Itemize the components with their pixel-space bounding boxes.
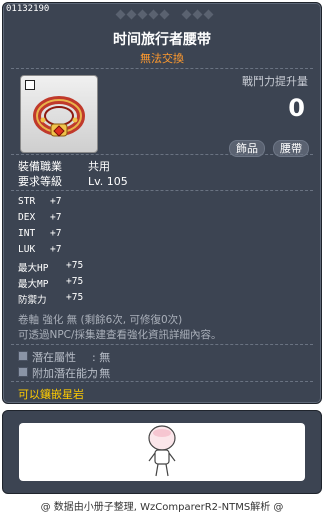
- divider: [11, 154, 313, 156]
- star-icon: [137, 9, 148, 20]
- item-name: 时间旅行者腰带: [113, 32, 211, 48]
- stat-value: +7: [50, 196, 62, 207]
- enhance-hint: 可透過NPC/採集建查看強化資訊詳細內容。: [18, 329, 222, 341]
- potential-value: : 無: [92, 351, 111, 364]
- stat-name: STR: [18, 196, 36, 207]
- item-tooltip: 01132190 时间旅行者腰带 無法交換 戰鬥力提升量 0 飾品 腰帶 裝備職…: [2, 2, 322, 404]
- stat-value: +75: [66, 276, 84, 287]
- star-icon: [126, 9, 137, 20]
- scroll-upgrade-info: 卷軸 強化 無 (剩餘6次, 可修復0次): [18, 314, 183, 326]
- level-row: 要求等級 Lv. 105: [18, 173, 128, 189]
- star-icon: [192, 9, 203, 20]
- stat-value: +75: [66, 292, 84, 303]
- stat-name: 防禦力: [18, 295, 47, 306]
- potential-row: 潛在屬性 : 無: [18, 349, 110, 365]
- stat-row: 最大MP +75: [18, 276, 83, 290]
- combat-power-label: 戰鬥力提升量: [242, 75, 308, 88]
- potential-label: 附加潛在能力: [32, 367, 98, 380]
- star-icon: [148, 9, 159, 20]
- potential-label: 潛在屬性: [32, 351, 76, 364]
- stat-row: DEX +7: [18, 212, 61, 223]
- potential-bullet-icon: [18, 351, 28, 361]
- stat-name: LUK: [18, 244, 36, 255]
- job-row: 裝備職業 共用: [18, 158, 110, 174]
- character-preview-area: [19, 423, 305, 481]
- potential-row: 附加潛在能力: 無: [18, 365, 110, 381]
- stat-name: 最大MP: [18, 279, 49, 290]
- character-avatar-icon: [148, 425, 176, 477]
- stat-value: +75: [66, 260, 84, 271]
- star-icon: [203, 9, 214, 20]
- divider: [11, 190, 313, 192]
- footer-credit: @ 数据由小册子整理, WzComparerR2-NTMS解析 @: [40, 502, 284, 513]
- stat-value: +7: [50, 212, 62, 223]
- belt-icon: [33, 96, 85, 137]
- character-preview-panel: [2, 410, 322, 494]
- item-icon-frame[interactable]: [20, 75, 98, 153]
- stat-name: INT: [18, 228, 36, 239]
- socket-info: 可以鑲嵌星岩: [18, 388, 84, 401]
- combat-power-value: 0: [288, 94, 305, 122]
- divider: [11, 68, 313, 70]
- potential-bullet-icon: [18, 367, 28, 377]
- divider: [11, 381, 313, 383]
- stat-name: 最大HP: [18, 263, 49, 274]
- trade-restriction: 無法交換: [140, 52, 184, 65]
- stat-value: +7: [50, 244, 62, 255]
- level-value: Lv. 105: [88, 175, 128, 188]
- divider: [11, 344, 313, 346]
- star-icon: [115, 9, 126, 20]
- job-value: 共用: [88, 160, 110, 173]
- stat-row: 最大HP +75: [18, 260, 83, 274]
- stat-value: +7: [50, 228, 62, 239]
- stat-row: 防禦力 +75: [18, 292, 83, 306]
- stat-row: LUK +7: [18, 244, 61, 255]
- star-icon: [181, 9, 192, 20]
- stat-row: INT +7: [18, 228, 61, 239]
- potential-value: : 無: [92, 367, 111, 380]
- job-label: 裝備職業: [18, 160, 62, 173]
- star-force-indicator: [3, 9, 321, 21]
- level-label: 要求等級: [18, 175, 62, 188]
- stat-row: STR +7: [18, 196, 61, 207]
- stat-name: DEX: [18, 212, 36, 223]
- star-icon: [159, 9, 170, 20]
